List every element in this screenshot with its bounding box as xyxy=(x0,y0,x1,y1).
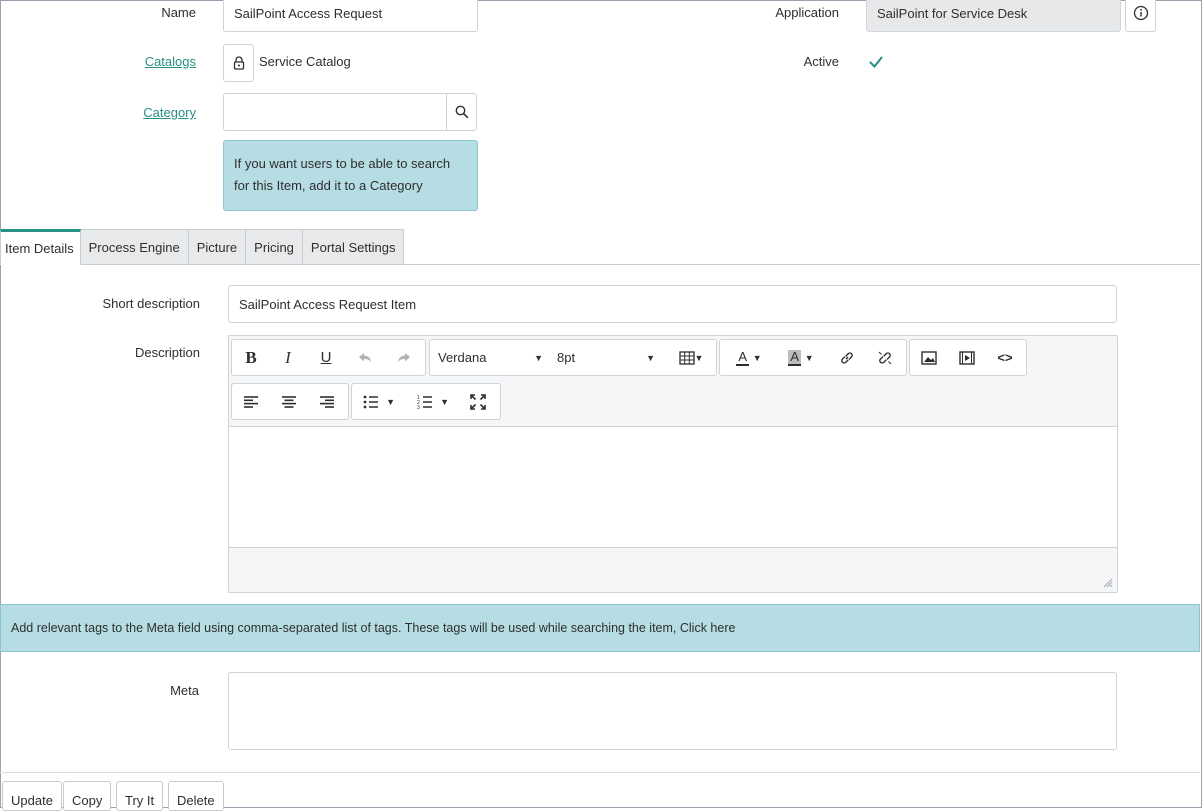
source-code-button[interactable]: <> xyxy=(989,340,1021,375)
format-group: B I U xyxy=(231,339,426,376)
delete-button[interactable]: Delete xyxy=(168,781,224,811)
application-label: Application xyxy=(775,5,839,20)
footer-divider xyxy=(0,772,1200,773)
text-color-button[interactable]: A ▼ xyxy=(728,340,770,375)
description-editor: B I U Verdana ▼ 8pt ▼ ▼ A ▼ A ▼ <> ▼ 1 2… xyxy=(228,335,1118,593)
numbered-list-icon: 123 xyxy=(417,395,432,409)
try-it-button[interactable]: Try It xyxy=(116,781,164,811)
chevron-down-icon: ▼ xyxy=(752,352,762,363)
short-description-input[interactable]: SailPoint Access Request Item xyxy=(228,285,1117,323)
align-center-button[interactable] xyxy=(273,384,305,419)
color-group: A ▼ A ▼ xyxy=(719,339,907,376)
info-button[interactable] xyxy=(1125,0,1156,32)
align-center-icon xyxy=(282,395,296,408)
underline-button[interactable]: U xyxy=(311,340,341,375)
align-right-button[interactable] xyxy=(311,384,343,419)
code-icon: <> xyxy=(997,350,1013,365)
editor-body[interactable] xyxy=(239,436,1107,536)
unlink-icon xyxy=(878,351,892,364)
application-field: SailPoint for Service Desk xyxy=(866,0,1121,32)
tab-item-details[interactable]: Item Details xyxy=(0,229,81,265)
italic-button[interactable]: I xyxy=(273,340,303,375)
editor-statusbar xyxy=(229,547,1117,592)
meta-hint[interactable]: Add relevant tags to the Meta field usin… xyxy=(0,604,1200,652)
copy-button[interactable]: Copy xyxy=(63,781,112,811)
redo-button[interactable] xyxy=(389,340,419,375)
meta-label: Meta xyxy=(170,683,199,698)
description-label: Description xyxy=(134,345,200,360)
active-checkbox[interactable] xyxy=(866,52,886,72)
font-size-select[interactable]: 8pt ▼ xyxy=(557,340,655,375)
category-hint: If you want users to be able to search f… xyxy=(223,140,478,211)
catalogs-lock-button[interactable] xyxy=(223,44,254,82)
media-icon xyxy=(959,350,975,365)
chevron-down-icon: ▼ xyxy=(386,396,396,407)
search-icon xyxy=(455,105,469,119)
numbered-list-button[interactable]: 123 ▼ xyxy=(412,384,454,419)
tab-bar: Item Details Process Engine Picture Pric… xyxy=(0,229,405,265)
text-color-icon: A xyxy=(736,348,750,366)
insert-media-button[interactable] xyxy=(951,340,983,375)
align-left-icon xyxy=(244,395,258,408)
active-label: Active xyxy=(803,54,839,69)
alignment-group xyxy=(231,383,349,420)
bold-icon: B xyxy=(245,347,257,367)
undo-button[interactable] xyxy=(350,340,380,375)
insert-image-button[interactable] xyxy=(913,340,945,375)
unlink-button[interactable] xyxy=(868,340,902,375)
link-icon xyxy=(841,351,853,364)
short-description-label: Short description xyxy=(102,296,200,311)
category-label[interactable]: Category xyxy=(120,105,196,120)
align-right-icon xyxy=(320,395,334,408)
font-family-select[interactable]: Verdana ▼ xyxy=(438,340,543,375)
fullscreen-button[interactable] xyxy=(462,384,494,419)
catalogs-label[interactable]: Catalogs xyxy=(120,54,196,69)
background-color-icon: A xyxy=(788,348,802,366)
svg-text:3: 3 xyxy=(417,405,420,409)
table-icon xyxy=(678,350,695,365)
category-search-button[interactable] xyxy=(446,93,477,131)
tab-process-engine[interactable]: Process Engine xyxy=(80,229,189,265)
list-group: ▼ 123 ▼ xyxy=(351,383,501,420)
insert-link-button[interactable] xyxy=(830,340,864,375)
catalogs-value: Service Catalog xyxy=(259,54,351,69)
bullet-list-button[interactable]: ▼ xyxy=(358,384,400,419)
chevron-down-icon: ▼ xyxy=(534,352,543,363)
lock-icon xyxy=(232,55,246,71)
name-input[interactable]: SailPoint Access Request xyxy=(223,0,478,32)
table-button[interactable]: ▼ xyxy=(674,340,708,375)
align-left-button[interactable] xyxy=(235,384,267,419)
font-group: Verdana ▼ 8pt ▼ ▼ xyxy=(429,339,717,376)
resize-handle-icon[interactable] xyxy=(1103,578,1113,588)
editor-toolbar: B I U Verdana ▼ 8pt ▼ ▼ A ▼ A ▼ <> ▼ 1 2… xyxy=(229,336,1117,427)
chevron-down-icon: ▼ xyxy=(694,352,704,363)
tab-pricing[interactable]: Pricing xyxy=(246,229,303,265)
update-button[interactable]: Update xyxy=(2,781,62,811)
background-color-button[interactable]: A ▼ xyxy=(780,340,822,375)
info-icon xyxy=(1133,5,1149,21)
tab-portal-settings[interactable]: Portal Settings xyxy=(302,229,405,265)
chevron-down-icon: ▼ xyxy=(440,396,450,407)
italic-icon: I xyxy=(285,347,291,367)
tab-picture[interactable]: Picture xyxy=(188,229,247,265)
bullet-list-icon xyxy=(363,395,378,408)
chevron-down-icon: ▼ xyxy=(646,352,655,363)
checkmark-icon xyxy=(869,56,883,69)
fullscreen-icon xyxy=(470,393,486,410)
underline-icon: U xyxy=(320,349,332,366)
name-label: Name xyxy=(161,5,196,20)
image-icon xyxy=(921,350,937,365)
bold-button[interactable]: B xyxy=(236,340,266,375)
chevron-down-icon: ▼ xyxy=(804,352,814,363)
undo-icon xyxy=(359,352,371,362)
insert-group: <> xyxy=(909,339,1027,376)
meta-textarea[interactable] xyxy=(228,672,1117,750)
redo-icon xyxy=(398,352,410,362)
category-input[interactable] xyxy=(223,93,447,131)
